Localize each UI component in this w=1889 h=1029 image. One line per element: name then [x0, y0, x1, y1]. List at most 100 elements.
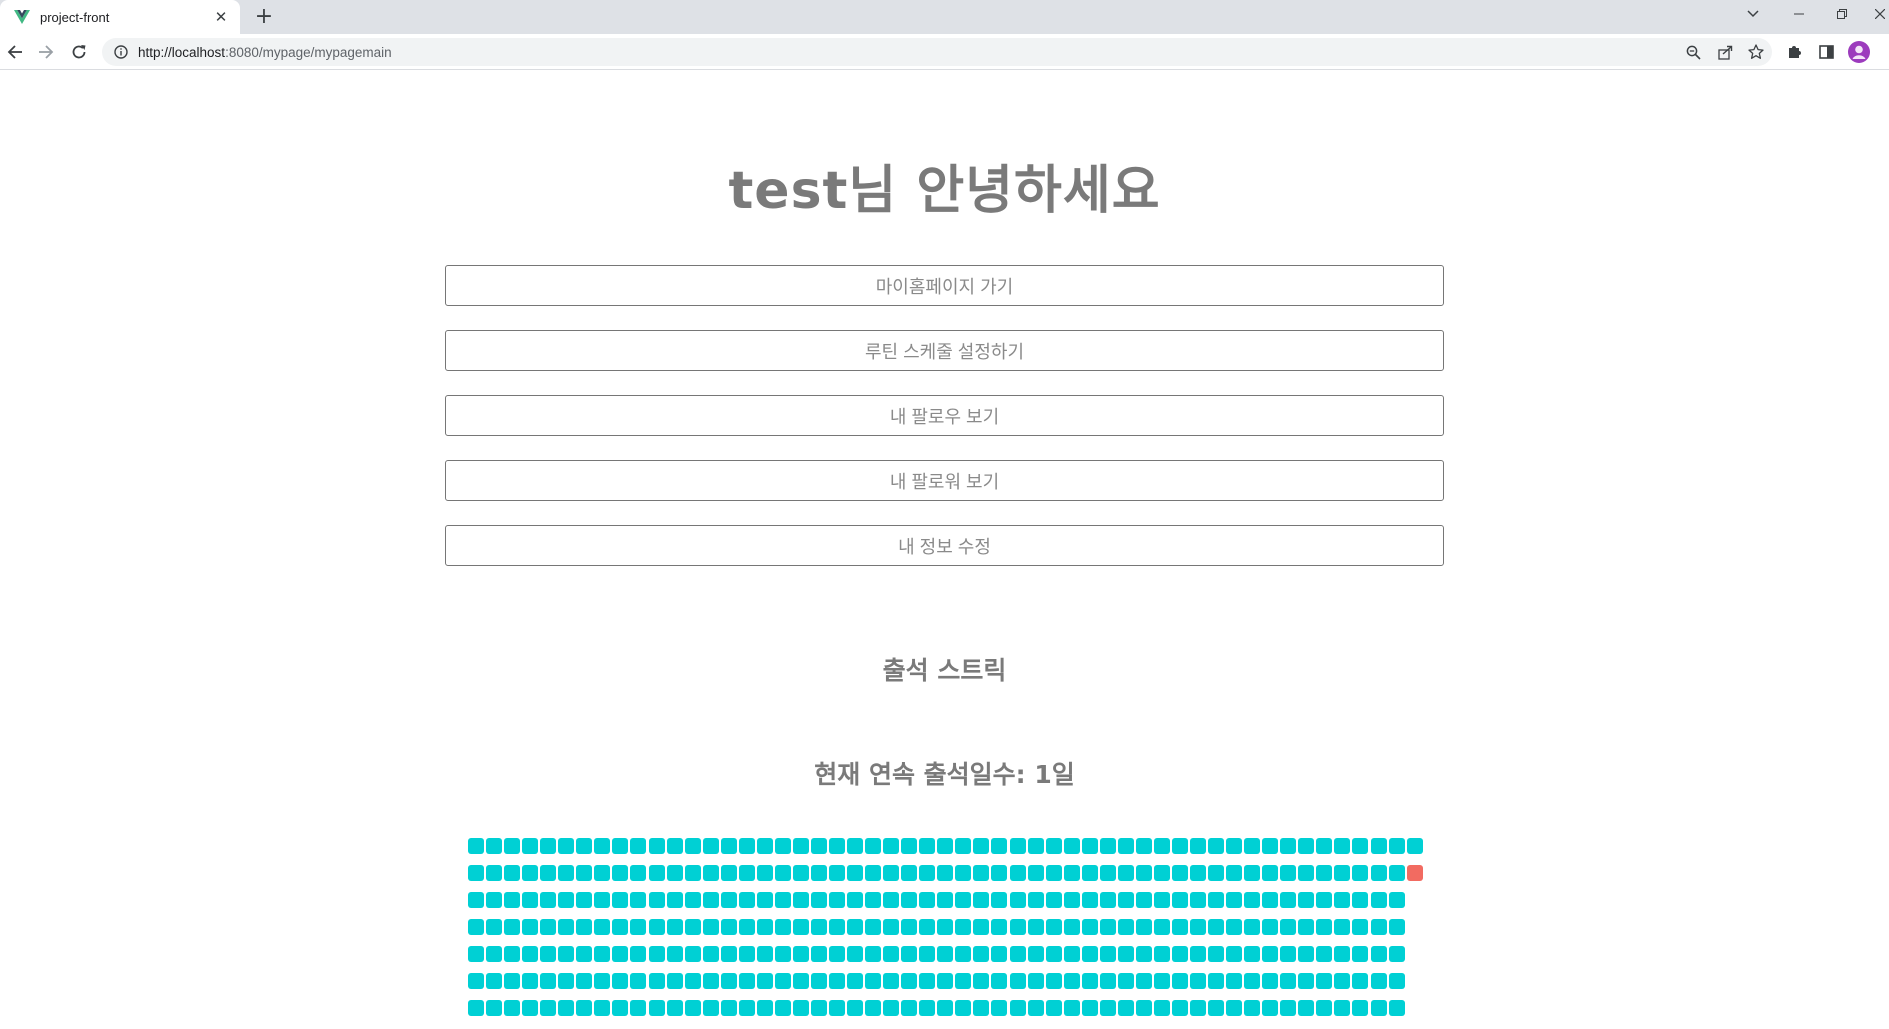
streak-cell — [1135, 1000, 1152, 1016]
my-followers-button[interactable]: 내 팔로워 보기 — [445, 460, 1444, 501]
streak-cell — [1352, 919, 1369, 935]
streak-cell — [1135, 973, 1152, 989]
streak-cell — [1226, 838, 1243, 854]
streak-cell — [486, 838, 503, 854]
streak-cell — [1262, 892, 1279, 908]
streak-cell — [540, 919, 557, 935]
streak-cell — [1388, 865, 1405, 881]
streak-cell — [1244, 973, 1261, 989]
streak-cell — [1045, 838, 1062, 854]
streak-cell — [666, 838, 683, 854]
streak-cell — [756, 838, 773, 854]
minimize-icon[interactable] — [1785, 0, 1813, 28]
streak-cell — [1063, 1000, 1080, 1016]
streak-cell — [1099, 946, 1116, 962]
reload-icon[interactable] — [68, 41, 90, 63]
streak-cell — [504, 892, 521, 908]
streak-cell — [1027, 892, 1044, 908]
share-icon[interactable] — [1714, 41, 1736, 63]
restore-icon[interactable] — [1828, 0, 1856, 28]
streak-cell — [810, 1000, 827, 1016]
streak-cell — [1081, 892, 1098, 908]
streak-cell — [1388, 838, 1405, 854]
streak-cell — [829, 892, 845, 908]
streak-cell — [486, 892, 503, 908]
streak-cell — [1117, 973, 1134, 989]
streak-cell — [720, 919, 737, 935]
streak-cell — [1226, 973, 1243, 989]
streak-cell — [1009, 1000, 1026, 1016]
streak-cell — [738, 865, 755, 881]
streak-cell — [991, 838, 1008, 854]
site-info-icon[interactable] — [112, 43, 130, 61]
streak-cell — [648, 1000, 665, 1016]
side-panel-icon[interactable] — [1815, 41, 1837, 63]
browser-tab[interactable]: project-front ✕ — [0, 0, 240, 34]
routine-schedule-button[interactable]: 루틴 스케줄 설정하기 — [445, 330, 1444, 371]
streak-cell — [1388, 892, 1405, 908]
streak-cell — [720, 838, 737, 854]
streak-cell — [1117, 919, 1134, 935]
streak-cell — [1280, 919, 1297, 935]
streak-cell — [702, 919, 719, 935]
close-window-icon[interactable] — [1870, 0, 1889, 28]
streak-cell — [576, 838, 593, 854]
streak-cell — [1262, 838, 1279, 854]
streak-cell — [1081, 946, 1098, 962]
tab-search-chevron-icon[interactable] — [1740, 0, 1766, 28]
streak-cell — [1045, 919, 1062, 935]
new-tab-icon[interactable]: + — [253, 6, 275, 28]
edit-my-info-button[interactable]: 내 정보 수정 — [445, 525, 1444, 566]
streak-cell — [1244, 892, 1261, 908]
streak-cell — [576, 865, 593, 881]
streak-cell — [684, 919, 701, 935]
streak-cell — [522, 946, 539, 962]
tab-close-icon[interactable]: ✕ — [212, 8, 230, 26]
streak-cell — [1370, 946, 1387, 962]
streak-cell — [1171, 865, 1188, 881]
streak-cell — [594, 946, 611, 962]
streak-cell — [847, 838, 864, 854]
streak-cell — [1099, 919, 1116, 935]
streak-cell — [594, 1000, 611, 1016]
streak-cell — [1190, 865, 1206, 881]
streak-section-title: 출석 스트릭 — [882, 656, 1007, 685]
streak-cell — [612, 892, 629, 908]
streak-cell — [594, 973, 611, 989]
extensions-puzzle-icon[interactable] — [1783, 41, 1805, 63]
streak-cell — [1298, 973, 1315, 989]
bookmark-star-icon[interactable] — [1745, 41, 1767, 63]
streak-cell — [720, 865, 737, 881]
streak-cell — [847, 892, 864, 908]
streak-cell — [1099, 1000, 1116, 1016]
streak-cell — [1009, 892, 1026, 908]
streak-cell — [1208, 838, 1225, 854]
address-bar[interactable]: http://localhost:8080/mypage/mypagemain — [102, 38, 1772, 66]
streak-cell — [504, 919, 521, 935]
streak-cell — [792, 919, 809, 935]
forward-arrow-icon[interactable] — [35, 41, 57, 63]
streak-cell — [1081, 973, 1098, 989]
streak-cell — [1226, 1000, 1243, 1016]
zoom-icon[interactable] — [1682, 41, 1704, 63]
streak-cell — [1117, 838, 1134, 854]
streak-cell — [829, 865, 845, 881]
streak-cell — [1334, 946, 1351, 962]
streak-cell — [522, 919, 539, 935]
back-arrow-icon[interactable] — [4, 41, 26, 63]
streak-cell — [522, 892, 539, 908]
streak-cell — [810, 973, 827, 989]
streak-cell — [666, 946, 683, 962]
streak-cell-today — [1406, 865, 1423, 881]
profile-avatar-icon[interactable] — [1848, 41, 1870, 63]
streak-cell — [1334, 838, 1351, 854]
streak-cell — [955, 946, 972, 962]
streak-cell — [883, 865, 900, 881]
streak-cell — [792, 892, 809, 908]
streak-cell — [991, 892, 1008, 908]
my-homepage-button[interactable]: 마이홈페이지 가기 — [445, 265, 1444, 306]
my-following-button[interactable]: 내 팔로우 보기 — [445, 395, 1444, 436]
streak-cell — [937, 838, 954, 854]
streak-cell — [666, 919, 683, 935]
streak-cell — [1370, 1000, 1387, 1016]
